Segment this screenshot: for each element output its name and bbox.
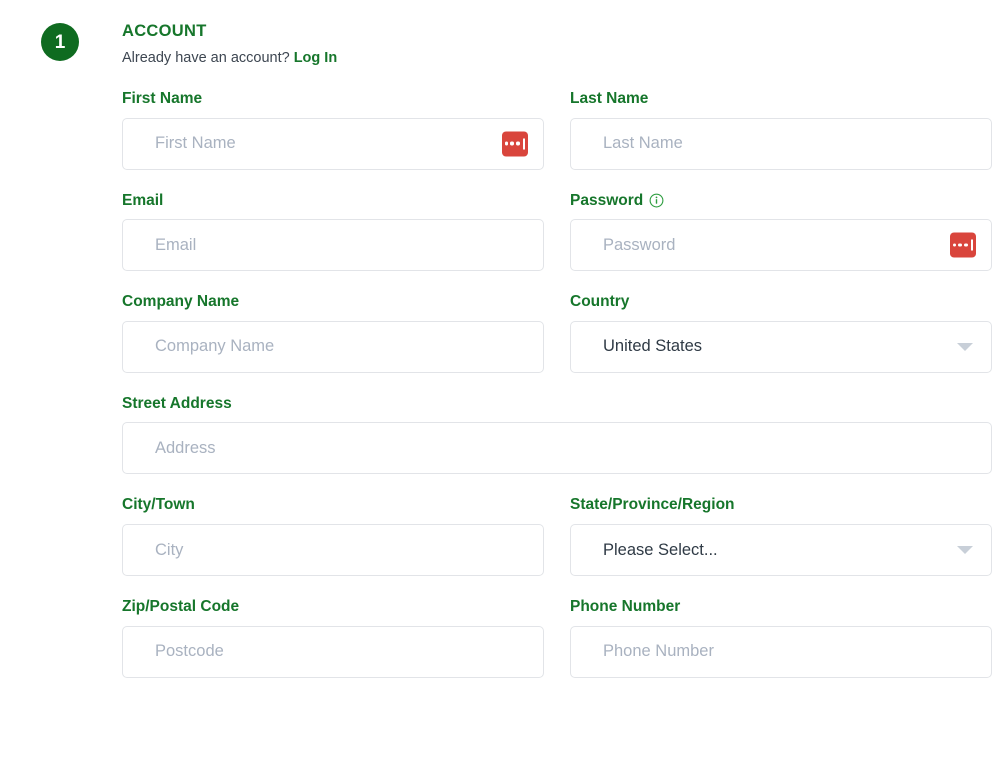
- first-name-field-group: First Name First Name: [122, 90, 544, 170]
- step-number-badge: 1: [41, 23, 79, 61]
- country-select[interactable]: United States: [570, 320, 992, 373]
- company-field-group: Company Name Company Name: [122, 293, 544, 373]
- state-label: State/Province/Region: [570, 496, 992, 515]
- password-manager-icon[interactable]: [502, 131, 528, 157]
- street-row: Street Address Address: [122, 395, 992, 475]
- chevron-down-icon[interactable]: [957, 546, 973, 555]
- city-label: City/Town: [122, 496, 544, 515]
- email-label-text: Email: [122, 191, 164, 209]
- email-input[interactable]: Email: [122, 219, 544, 272]
- info-circle-icon[interactable]: [649, 193, 664, 208]
- city-state-row: City/Town City State/Province/Region Ple…: [122, 496, 992, 577]
- first-name-label-text: First Name: [122, 90, 203, 108]
- phone-label: Phone Number: [570, 598, 992, 617]
- country-field-group: Country United States: [570, 293, 992, 373]
- last-name-field-group: Last Name Last Name: [570, 90, 992, 170]
- street-label-text: Street Address: [122, 394, 232, 412]
- login-prompt-text: Already have an account?: [122, 49, 290, 66]
- last-name-label: Last Name: [570, 90, 992, 109]
- city-field-group: City/Town City: [122, 496, 544, 577]
- city-placeholder: City: [155, 540, 184, 559]
- email-field-group: Email Email: [122, 192, 544, 272]
- company-placeholder: Company Name: [155, 337, 275, 356]
- street-placeholder: Address: [155, 438, 216, 457]
- phone-input[interactable]: Phone Number: [570, 625, 992, 678]
- company-country-row: Company Name Company Name Country United…: [122, 293, 992, 373]
- password-field-group: Password Password: [570, 192, 992, 272]
- state-field-group: State/Province/Region Please Select...: [570, 496, 992, 577]
- street-address-input[interactable]: Address: [122, 422, 992, 475]
- credentials-row: Email Email Password Password: [122, 192, 992, 272]
- company-label-text: Company Name: [122, 293, 240, 311]
- city-input[interactable]: City: [122, 524, 544, 577]
- city-label-text: City/Town: [122, 496, 195, 514]
- log-in-link[interactable]: Log In: [294, 50, 338, 66]
- email-label: Email: [122, 192, 544, 211]
- state-selected-value: Please Select...: [603, 540, 718, 559]
- zip-field-group: Zip/Postal Code Postcode: [122, 598, 544, 678]
- phone-placeholder: Phone Number: [603, 642, 714, 661]
- last-name-placeholder: Last Name: [603, 134, 683, 153]
- street-label: Street Address: [122, 395, 992, 414]
- street-field-group: Street Address Address: [122, 395, 992, 475]
- state-label-text: State/Province/Region: [570, 496, 735, 514]
- email-placeholder: Email: [155, 235, 197, 254]
- chevron-down-icon[interactable]: [957, 342, 973, 351]
- password-label: Password: [570, 192, 992, 211]
- zip-input[interactable]: Postcode: [122, 625, 544, 678]
- password-input[interactable]: Password: [570, 219, 992, 272]
- step-number-label: 1: [54, 31, 66, 53]
- login-prompt: Already have an account? Log In: [122, 48, 992, 68]
- country-selected-value: United States: [603, 337, 703, 356]
- zip-label: Zip/Postal Code: [122, 598, 544, 617]
- first-name-placeholder: First Name: [155, 134, 236, 153]
- company-input[interactable]: Company Name: [122, 320, 544, 373]
- first-name-label: First Name: [122, 90, 544, 109]
- password-placeholder: Password: [603, 235, 676, 254]
- zip-placeholder: Postcode: [155, 642, 224, 661]
- password-label-text: Password: [570, 191, 644, 209]
- country-label: Country: [570, 293, 992, 312]
- password-manager-icon[interactable]: [950, 232, 976, 258]
- account-form: ACCOUNT Already have an account? Log In …: [122, 22, 992, 678]
- name-row: First Name First Name Last Name Last Nam…: [122, 90, 992, 170]
- company-label: Company Name: [122, 293, 544, 312]
- zip-phone-row: Zip/Postal Code Postcode Phone Number Ph…: [122, 598, 992, 678]
- page-title: ACCOUNT: [122, 22, 207, 40]
- state-select[interactable]: Please Select...: [570, 524, 992, 577]
- country-label-text: Country: [570, 293, 630, 311]
- phone-field-group: Phone Number Phone Number: [570, 598, 992, 678]
- signup-page: 1 ACCOUNT Already have an account? Log I…: [0, 0, 1004, 762]
- last-name-label-text: Last Name: [570, 90, 649, 108]
- zip-label-text: Zip/Postal Code: [122, 598, 240, 616]
- first-name-input[interactable]: First Name: [122, 117, 544, 170]
- phone-label-text: Phone Number: [570, 598, 681, 616]
- last-name-input[interactable]: Last Name: [570, 117, 992, 170]
